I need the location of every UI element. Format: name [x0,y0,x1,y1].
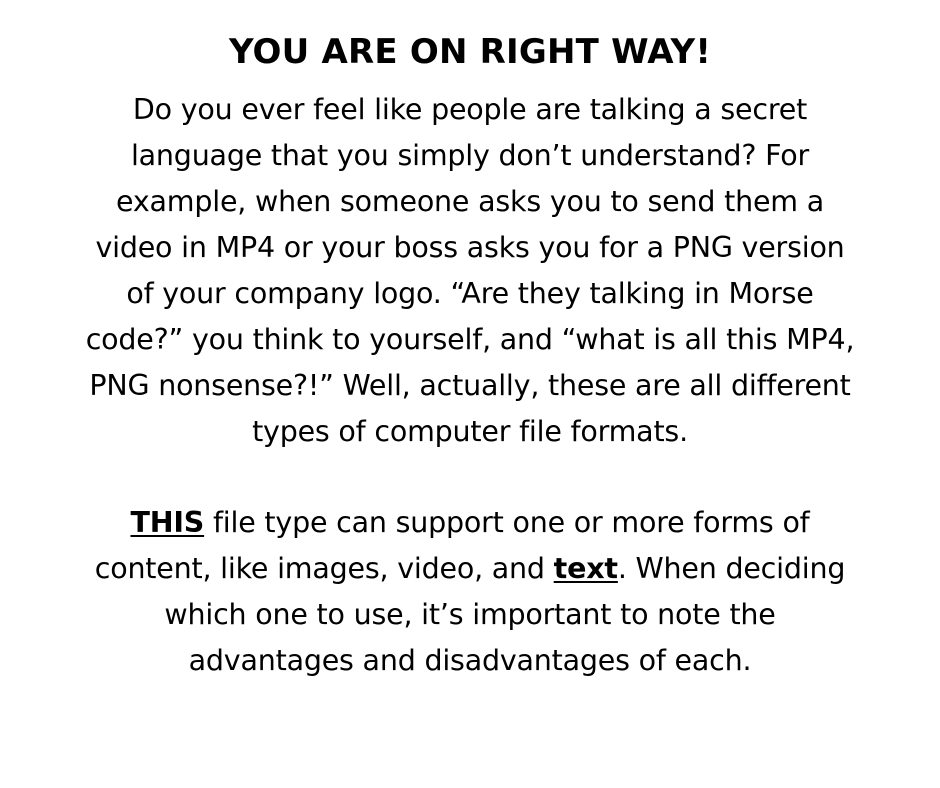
paragraph-line: language that you simply don’t understan… [130,139,810,172]
paragraph-line: example, when someone asks you to send t… [116,185,824,218]
paragraph-line: of your company logo. “Are they talking … [126,277,814,310]
paragraph-line: types of computer file formats. [252,415,688,448]
paragraph-text: . When deciding [617,552,846,585]
paragraph-line: which one to use, it’s important to note… [164,598,776,631]
emphasis-text: text [553,552,618,585]
paragraph-line: advantages and disadvantages of each. [188,644,752,677]
file-type-paragraph: THIS file type can support one or more f… [40,500,900,684]
paragraph-line: video in MP4 or your boss asks you for a… [95,231,845,264]
paragraph-line: code?” you think to yourself, and “what … [85,323,855,356]
paragraph-line: PNG nonsense?!” Well, actually, these ar… [89,369,851,402]
emphasis-this: THIS [130,506,205,539]
paragraph-text: file type can support one or more forms … [204,506,810,539]
intro-paragraph: Do you ever feel like people are talking… [40,87,900,455]
paragraph-line: content, like images, video, and text. W… [40,546,900,592]
document-page: YOU ARE ON RIGHT WAY! Do you ever feel l… [0,0,940,788]
paragraph-line: Do you ever feel like people are talking… [132,93,808,126]
paragraph-text: content, like images, video, and [94,552,554,585]
paragraph-line: THIS file type can support one or more f… [40,500,900,546]
page-title: YOU ARE ON RIGHT WAY! [228,32,712,72]
